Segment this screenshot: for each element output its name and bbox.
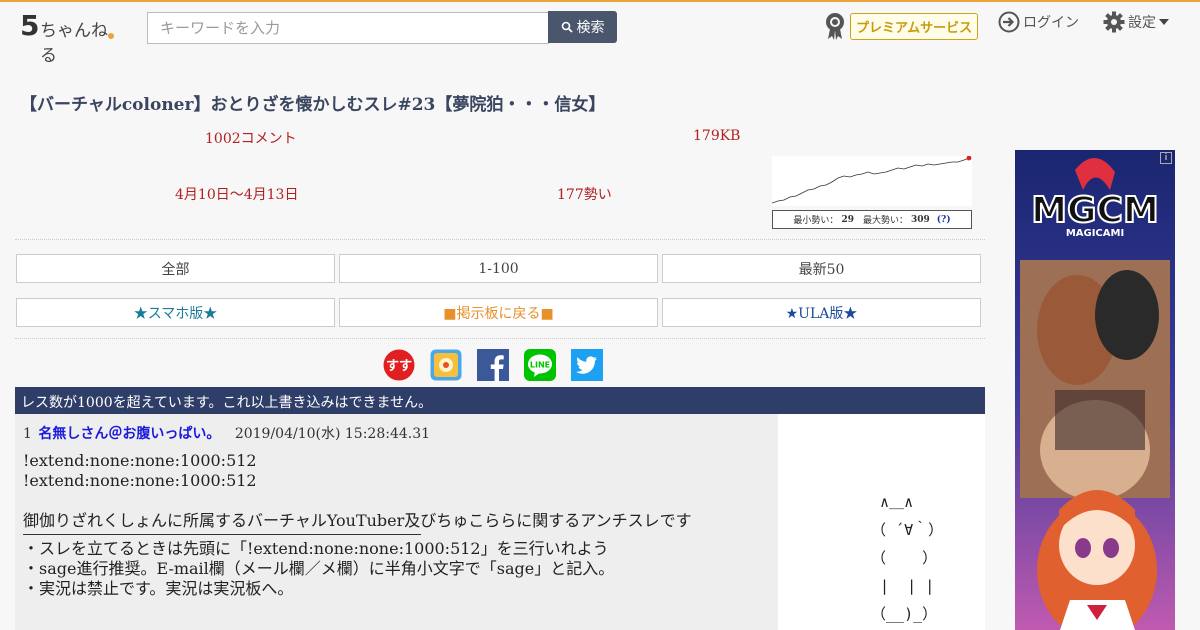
divider [15, 338, 985, 339]
post-line: ・スレを立てるときは先頭に「!extend:none:none:1000:512… [23, 539, 609, 558]
caret-down-icon [1159, 19, 1169, 25]
search-icon [561, 21, 573, 33]
max-momentum-label: 最大勢い： [862, 216, 908, 226]
nav-all-button[interactable]: 全部 [16, 254, 335, 283]
login-icon [998, 11, 1020, 33]
momentum-summary: 最小勢い： 29 最大勢い： 309 (?) [772, 210, 972, 229]
post-date: 2019/04/10(水) 15:28:44.31 [234, 426, 431, 442]
sure-icon[interactable]: すす [383, 349, 415, 381]
post-author[interactable]: 名無しさん＠お腹いっぱい。 [38, 426, 220, 442]
momentum-sparkline [772, 156, 972, 206]
settings-label: 設定 [1128, 15, 1156, 31]
ad-title: MGCM [1031, 190, 1159, 231]
line-icon-label: LINE [530, 361, 550, 370]
thread-title[interactable]: 【バーチャルcoloner】おとりざを懐かしむスレ#23【夢院狛・・・信女】 [20, 90, 605, 115]
thread-size: 179KB [693, 128, 741, 144]
ascii-art-panel: ∧＿∧ （ ´∀｀） （ ） | | | （__)_） [778, 414, 985, 630]
post-line: !extend:none:none:1000:512 [23, 471, 257, 490]
thread-full-notice: レス数が1000を超えています。これ以上書き込みはできません。 [15, 387, 985, 414]
post-line: 御伽りざれくしょんに所属するバーチャルYouTuber及びちゅこららに関するアン… [23, 511, 692, 530]
svg-text:すす: すす [386, 359, 412, 374]
logo-digit: 5 [20, 9, 40, 42]
site-logo[interactable]: 5 ちゃんねる [20, 9, 120, 66]
gear-icon [1103, 11, 1125, 33]
line-icon[interactable]: LINE [524, 349, 556, 381]
min-momentum-value: 29 [841, 214, 854, 225]
post-1: 1 名無しさん＠お腹いっぱい。 2019/04/10(水) 15:28:44.3… [15, 414, 778, 630]
settings-menu[interactable]: 設定 [1103, 11, 1169, 33]
nav-board-back-button[interactable]: ■掲示板に戻る■ [339, 298, 658, 327]
site-header: 5 ちゃんねる 検索 プレミアムサービス ログイン 設定 [0, 2, 1200, 66]
nav-smartphone-button[interactable]: ★スマホ版★ [16, 298, 335, 327]
post-line: !extend:none:none:1000:512 [23, 451, 257, 470]
ad-artwork: MGCM MAGICAMI [1015, 150, 1175, 630]
search-button-label: 検索 [576, 20, 605, 36]
post-rule [23, 534, 421, 535]
login-link[interactable]: ログイン [998, 11, 1079, 33]
post-body: !extend:none:none:1000:512 !extend:none:… [23, 451, 773, 599]
thread-period: 4月10日〜4月13日 [175, 187, 299, 203]
comment-count: 1002コメント [205, 131, 297, 147]
thread-momentum: 177勢い [557, 187, 612, 203]
matome-icon[interactable] [430, 349, 462, 381]
momentum-help-link[interactable]: (?) [937, 215, 951, 225]
post-line: ・sage進行推奨。E-mail欄（メール欄／メ欄）に半角小文字で「sage」と… [23, 559, 615, 578]
post-line: ・実況は禁止です。実況は実況板へ。 [23, 579, 294, 598]
medal-icon [826, 13, 844, 40]
search-input[interactable] [147, 12, 549, 44]
ad-info-icon[interactable]: i [1160, 152, 1172, 164]
ad-subtitle: MAGICAMI [1066, 228, 1124, 239]
premium-area: プレミアムサービス [824, 10, 979, 42]
max-momentum-value: 309 [910, 214, 930, 225]
divider [15, 239, 985, 240]
post-number[interactable]: 1 [23, 426, 32, 442]
twitter-icon[interactable] [571, 349, 603, 381]
facebook-icon[interactable] [477, 349, 509, 381]
nav-latest50-button[interactable]: 最新50 [662, 254, 981, 283]
logo-text: ちゃんねる [40, 21, 108, 66]
min-momentum-label: 最小勢い： [793, 216, 839, 226]
nav-ula-button[interactable]: ★ULA版★ [662, 298, 981, 327]
ad-banner[interactable]: MGCM MAGICAMI i [1015, 150, 1175, 630]
nav-1-100-button[interactable]: 1-100 [339, 254, 658, 283]
logo-dot [108, 33, 114, 39]
search-button[interactable]: 検索 [548, 11, 617, 43]
ascii-art: ∧＿∧ （ ´∀｀） （ ） | | | （__)_） [871, 493, 944, 623]
premium-service-button[interactable]: プレミアムサービス [850, 12, 979, 40]
post-header: 1 名無しさん＠お腹いっぱい。 2019/04/10(水) 15:28:44.3… [23, 423, 430, 443]
login-label: ログイン [1023, 15, 1079, 31]
